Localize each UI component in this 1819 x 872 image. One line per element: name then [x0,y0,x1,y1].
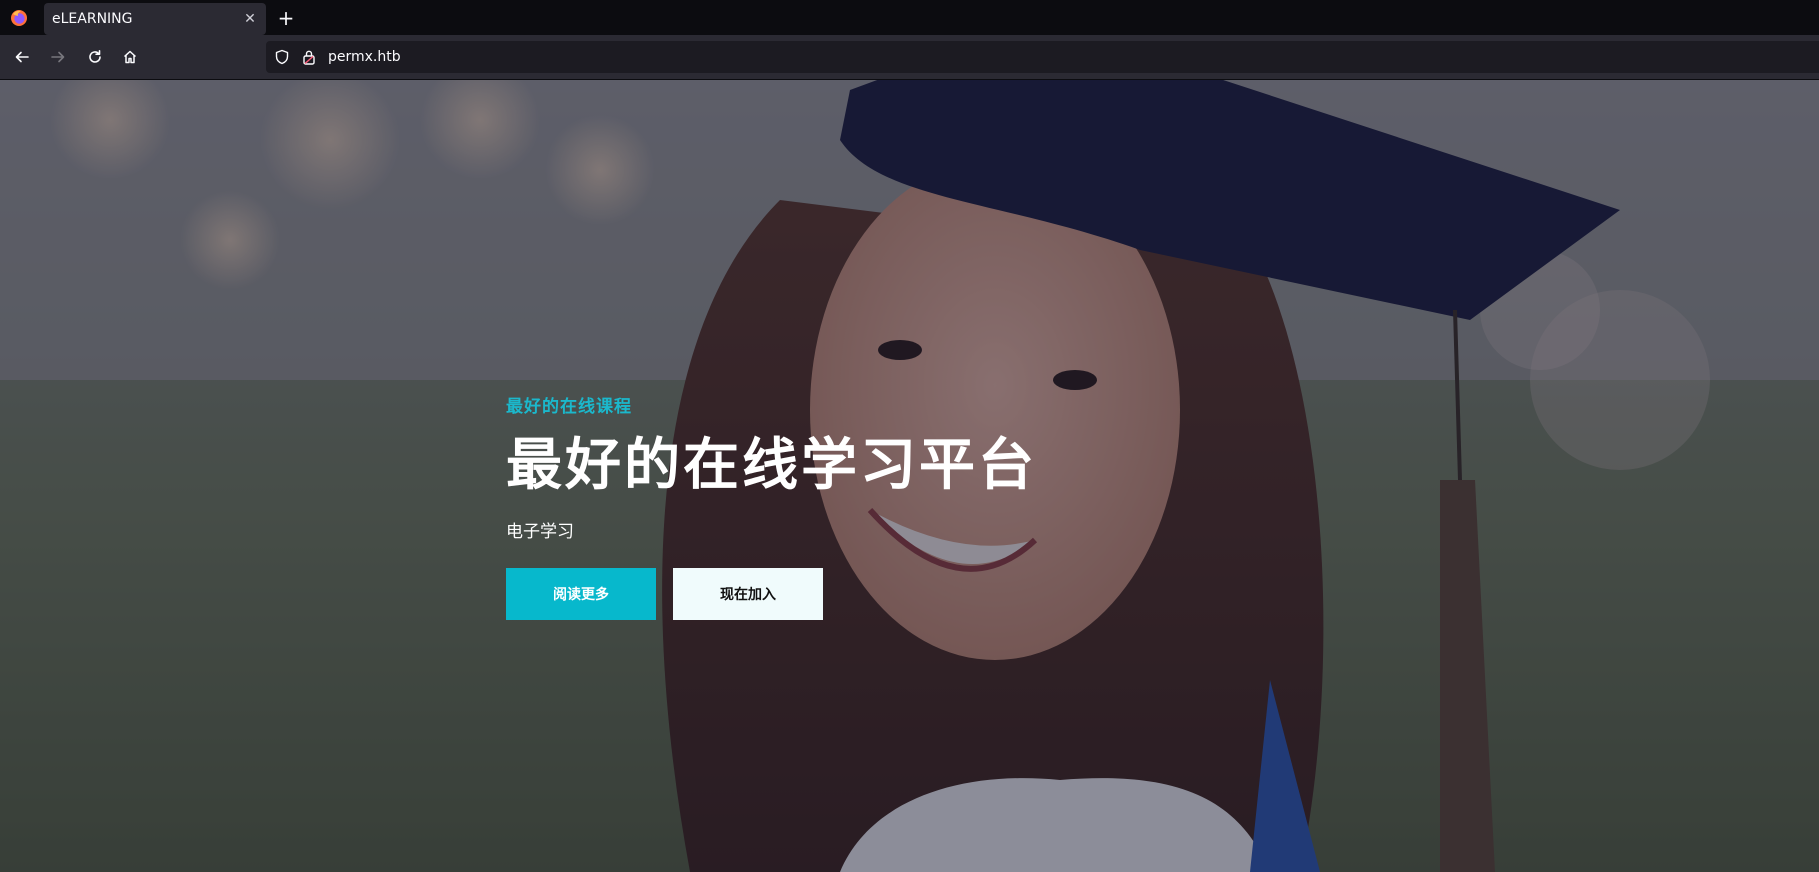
firefox-logo-icon[interactable] [10,9,28,27]
hero-title: 最好的在线学习平台 [506,433,1037,498]
read-more-button[interactable]: 阅读更多 [506,568,656,620]
join-now-button[interactable]: 现在加入 [673,568,823,620]
forward-arrow-icon[interactable] [44,43,72,71]
back-arrow-icon[interactable] [8,43,36,71]
lock-icon[interactable] [302,49,316,65]
browser-tab[interactable]: eLEARNING ✕ [44,2,266,35]
reload-icon[interactable] [81,43,109,71]
hero-description: 电子学习 [506,522,574,542]
url-text[interactable]: permx.htb [328,49,401,65]
browser-tab-bar: eLEARNING ✕ + [0,0,1819,35]
hero-button-group: 阅读更多 现在加入 [506,568,1146,620]
hero-content: 最好的在线课程 最好的在线学习平台 电子学习 阅读更多 现在加入 [506,392,1146,620]
hero-subtitle: 最好的在线课程 [506,397,632,417]
tab-title: eLEARNING [52,10,133,27]
shield-icon[interactable] [274,49,290,65]
home-icon[interactable] [116,43,144,71]
plus-icon[interactable]: + [272,4,300,32]
close-icon[interactable]: ✕ [242,11,258,27]
address-bar[interactable]: permx.htb [266,41,1819,73]
browser-nav-bar: permx.htb [0,35,1819,80]
hero-banner: 最好的在线课程 最好的在线学习平台 电子学习 阅读更多 现在加入 [0,80,1819,872]
